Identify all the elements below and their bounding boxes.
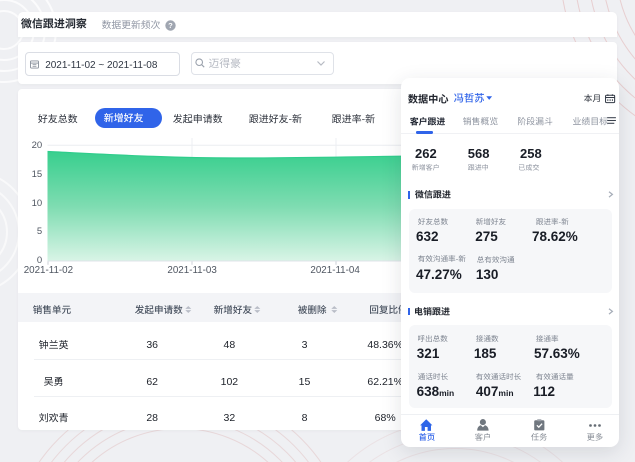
svg-text:?: ? xyxy=(168,21,173,30)
